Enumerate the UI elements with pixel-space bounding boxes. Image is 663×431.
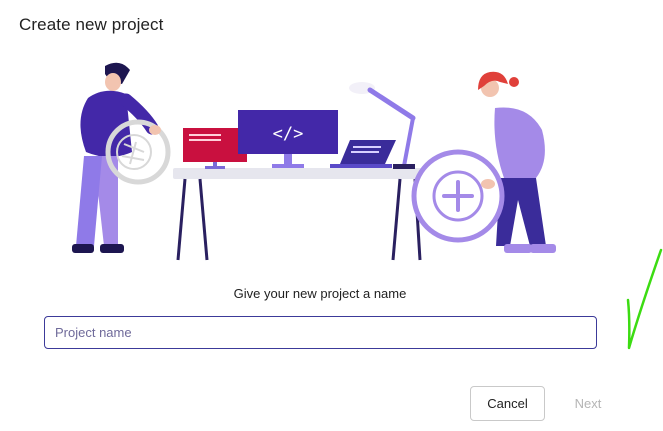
red-monitor xyxy=(183,128,247,169)
person-left xyxy=(72,62,171,253)
code-brackets-icon: </> xyxy=(273,124,304,144)
laptop xyxy=(330,140,396,168)
cancel-button[interactable]: Cancel xyxy=(470,386,545,421)
desk xyxy=(173,168,423,261)
person-right xyxy=(411,71,556,253)
team-illustration: </> xyxy=(72,62,556,261)
code-monitor: </> xyxy=(238,110,338,168)
project-name-input[interactable] xyxy=(44,316,597,349)
checkmark-annotation xyxy=(626,248,663,350)
next-button[interactable]: Next xyxy=(562,386,614,421)
dialog-title: Create new project xyxy=(19,15,164,34)
project-name-prompt: Give your new project a name xyxy=(233,286,407,301)
